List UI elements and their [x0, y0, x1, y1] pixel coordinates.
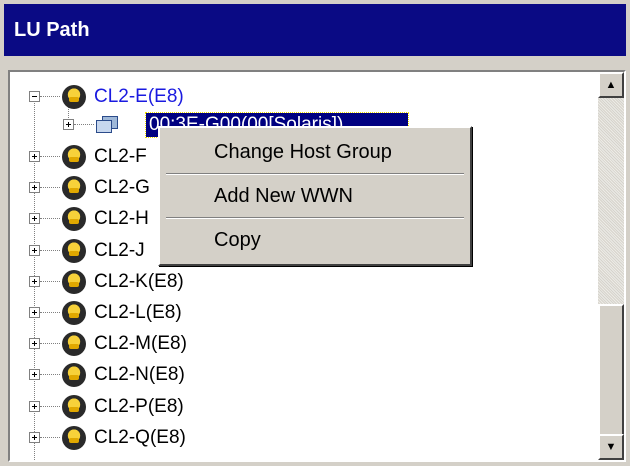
- tree-node-port[interactable]: CL2-K(E8): [10, 267, 598, 297]
- fibre-port-icon: [62, 332, 86, 357]
- expand-toggle[interactable]: [29, 151, 40, 162]
- scroll-thumb[interactable]: [598, 304, 624, 436]
- tree-node-label: CL2-E(E8): [94, 86, 184, 107]
- expand-toggle[interactable]: [29, 244, 40, 256]
- scroll-down-arrow-icon[interactable]: ▼: [598, 434, 624, 460]
- expand-toggle[interactable]: [29, 275, 40, 287]
- fibre-port-icon: [62, 145, 86, 169]
- fibre-port-icon: [62, 269, 86, 294]
- tree-connector: [74, 124, 94, 125]
- expand-toggle[interactable]: [29, 213, 40, 225]
- tree-connector: [40, 187, 60, 189]
- fibre-port-icon: [62, 363, 86, 388]
- fibre-port-icon: [62, 85, 86, 109]
- tree-connector: [40, 436, 60, 438]
- collapse-toggle[interactable]: [29, 91, 40, 102]
- tree-connector: [40, 218, 60, 220]
- tree-node-label: CL2-P(E8): [94, 395, 184, 417]
- expand-toggle[interactable]: [29, 400, 40, 412]
- tree-connector: [40, 343, 60, 345]
- tree-connector: [40, 156, 60, 157]
- tree-connector: [40, 312, 60, 313]
- tree-connector: [40, 374, 60, 376]
- tree-node-label: CL2-N(E8): [94, 364, 185, 386]
- menu-separator: [166, 217, 464, 219]
- panel-title: LU Path: [4, 4, 626, 56]
- fibre-port-icon: [62, 394, 86, 419]
- vertical-scrollbar[interactable]: ▲ ▼: [598, 72, 624, 460]
- menu-item-add-new-wwn[interactable]: Add New WWN: [166, 176, 464, 216]
- tree-node-label: CL2-L(E8): [94, 302, 182, 323]
- menu-separator: [166, 173, 464, 175]
- expand-toggle[interactable]: [29, 182, 40, 194]
- scroll-up-arrow-icon[interactable]: ▲: [598, 72, 624, 98]
- tree-connector: [40, 405, 60, 407]
- tree-node-label: CL2-G: [94, 177, 150, 199]
- fibre-port-icon: [62, 207, 86, 232]
- tree-node-label: CL2-J: [94, 239, 145, 261]
- tree-node-port[interactable]: CL2-M(E8): [10, 329, 598, 359]
- expand-toggle[interactable]: [29, 369, 40, 381]
- lu-path-panel: LU Path CL2-E(E8) 00:3E-G00(00[Solaris])…: [0, 0, 630, 466]
- fibre-port-icon: [62, 238, 86, 263]
- tree-node-port[interactable]: CL2-P(E8): [10, 392, 598, 422]
- tree-node-label: CL2-Q(E8): [94, 426, 186, 448]
- tree-node-label: CL2-M(E8): [94, 333, 187, 355]
- tree-connector: [40, 280, 60, 282]
- fibre-port-icon: [62, 301, 86, 325]
- tree-node-label: CL2-F: [94, 146, 147, 167]
- expand-toggle[interactable]: [29, 338, 40, 350]
- expand-toggle[interactable]: [29, 307, 40, 318]
- tree-node-label: CL2-K(E8): [94, 270, 184, 292]
- context-menu: Change Host Group Add New WWN Copy: [158, 126, 472, 266]
- tree-connector: [40, 249, 60, 251]
- menu-item-change-host-group[interactable]: Change Host Group: [166, 132, 464, 172]
- tree-node-port[interactable]: CL2-N(E8): [10, 360, 598, 390]
- expand-toggle[interactable]: [63, 119, 74, 130]
- menu-item-copy[interactable]: Copy: [166, 220, 464, 260]
- host-group-icon: [96, 114, 118, 134]
- fibre-port-icon: [62, 425, 86, 450]
- tree-node-label: CL2-H: [94, 208, 149, 230]
- tree-node-expanded-port[interactable]: CL2-E(E8): [10, 82, 598, 112]
- fibre-port-icon: [62, 176, 86, 201]
- tree-node-port[interactable]: CL2-L(E8): [10, 298, 598, 328]
- tree-node-port[interactable]: CL2-Q(E8): [10, 423, 598, 453]
- expand-toggle[interactable]: [29, 431, 40, 443]
- tree-connector: [40, 96, 60, 97]
